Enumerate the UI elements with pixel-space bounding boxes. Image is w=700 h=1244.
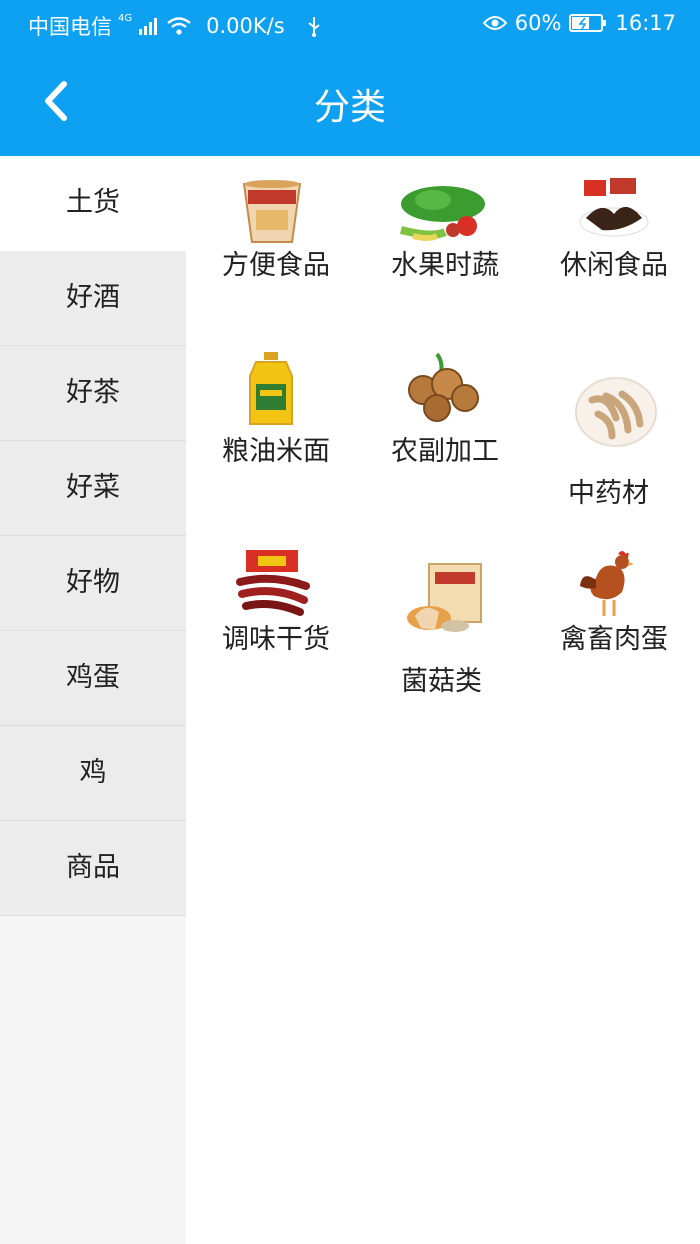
- grid-item-fruit-veg[interactable]: 水果时蔬: [391, 156, 541, 336]
- grid-item-label: 中药材: [568, 478, 649, 509]
- grid-item-seasoning[interactable]: 调味干货: [222, 532, 372, 712]
- category-sidebar: 土货 好酒 好茶 好菜 好物 鸡蛋 鸡 商品: [0, 156, 186, 1244]
- grid-item-label: 禽畜肉蛋: [560, 624, 668, 655]
- vegetables-icon: [400, 186, 485, 241]
- mushroom-pack-icon: [407, 563, 482, 632]
- signal-icon: [139, 18, 158, 35]
- sidebar-item-haocha[interactable]: 好茶: [0, 346, 186, 441]
- title-bar: 分类: [0, 48, 700, 156]
- battery-icon: [569, 14, 607, 32]
- dried-chili-icon: [236, 550, 310, 616]
- grid-item-instant-food[interactable]: 方便食品: [222, 156, 372, 336]
- chicken-icon: [580, 551, 634, 616]
- cooking-oil-icon: [249, 352, 293, 425]
- usb-icon: [308, 17, 320, 37]
- grid-item-label: 方便食品: [222, 250, 330, 281]
- sidebar-item-jidan[interactable]: 鸡蛋: [0, 631, 186, 726]
- status-right: 60% 16:17: [482, 11, 676, 35]
- status-left: 中国电信 4G 0.00K/s: [28, 11, 323, 41]
- instant-noodle-cup-icon: [242, 180, 302, 243]
- wifi-icon: [167, 17, 191, 35]
- grid-item-label: 休闲食品: [560, 250, 668, 281]
- grid-item-label: 调味干货: [222, 624, 330, 655]
- snack-icon: [579, 178, 649, 237]
- grid-item-label: 农副加工: [391, 436, 499, 467]
- grid-item-agri-processing[interactable]: 农副加工: [391, 344, 541, 524]
- battery-percent: 60%: [514, 11, 562, 35]
- sidebar-item-haojiu[interactable]: 好酒: [0, 251, 186, 346]
- status-bar: 中国电信 4G 0.00K/s 60% 16:17: [0, 0, 700, 48]
- grid-item-snacks[interactable]: 休闲食品: [560, 156, 700, 336]
- grid-item-label: 水果时蔬: [391, 250, 499, 281]
- carrier-label: 中国电信: [28, 15, 112, 39]
- net-speed: 0.00K/s: [206, 14, 285, 38]
- grid-item-grain-oil[interactable]: 粮油米面: [222, 344, 372, 524]
- grid-item-mushrooms[interactable]: 菌菇类: [391, 532, 541, 712]
- clock: 16:17: [615, 11, 676, 35]
- sidebar-item-haocai[interactable]: 好菜: [0, 441, 186, 536]
- sidebar-item-shangpin[interactable]: 商品: [0, 821, 186, 916]
- sidebar-item-ji[interactable]: 鸡: [0, 726, 186, 821]
- herbal-medicine-icon: [575, 377, 657, 447]
- grid-item-herbs[interactable]: 中药材: [560, 344, 700, 524]
- sidebar-item-tuhuo[interactable]: 土货: [0, 156, 186, 251]
- grid-item-label: 粮油米面: [222, 436, 330, 467]
- grid-item-meat-eggs[interactable]: 禽畜肉蛋: [560, 532, 700, 712]
- walnuts-icon: [408, 352, 479, 422]
- eye-icon: [482, 16, 507, 30]
- network-type: 4G: [118, 12, 133, 24]
- sidebar-item-haowu[interactable]: 好物: [0, 536, 186, 631]
- page-title: 分类: [313, 87, 386, 128]
- grid-item-label: 菌菇类: [401, 666, 482, 697]
